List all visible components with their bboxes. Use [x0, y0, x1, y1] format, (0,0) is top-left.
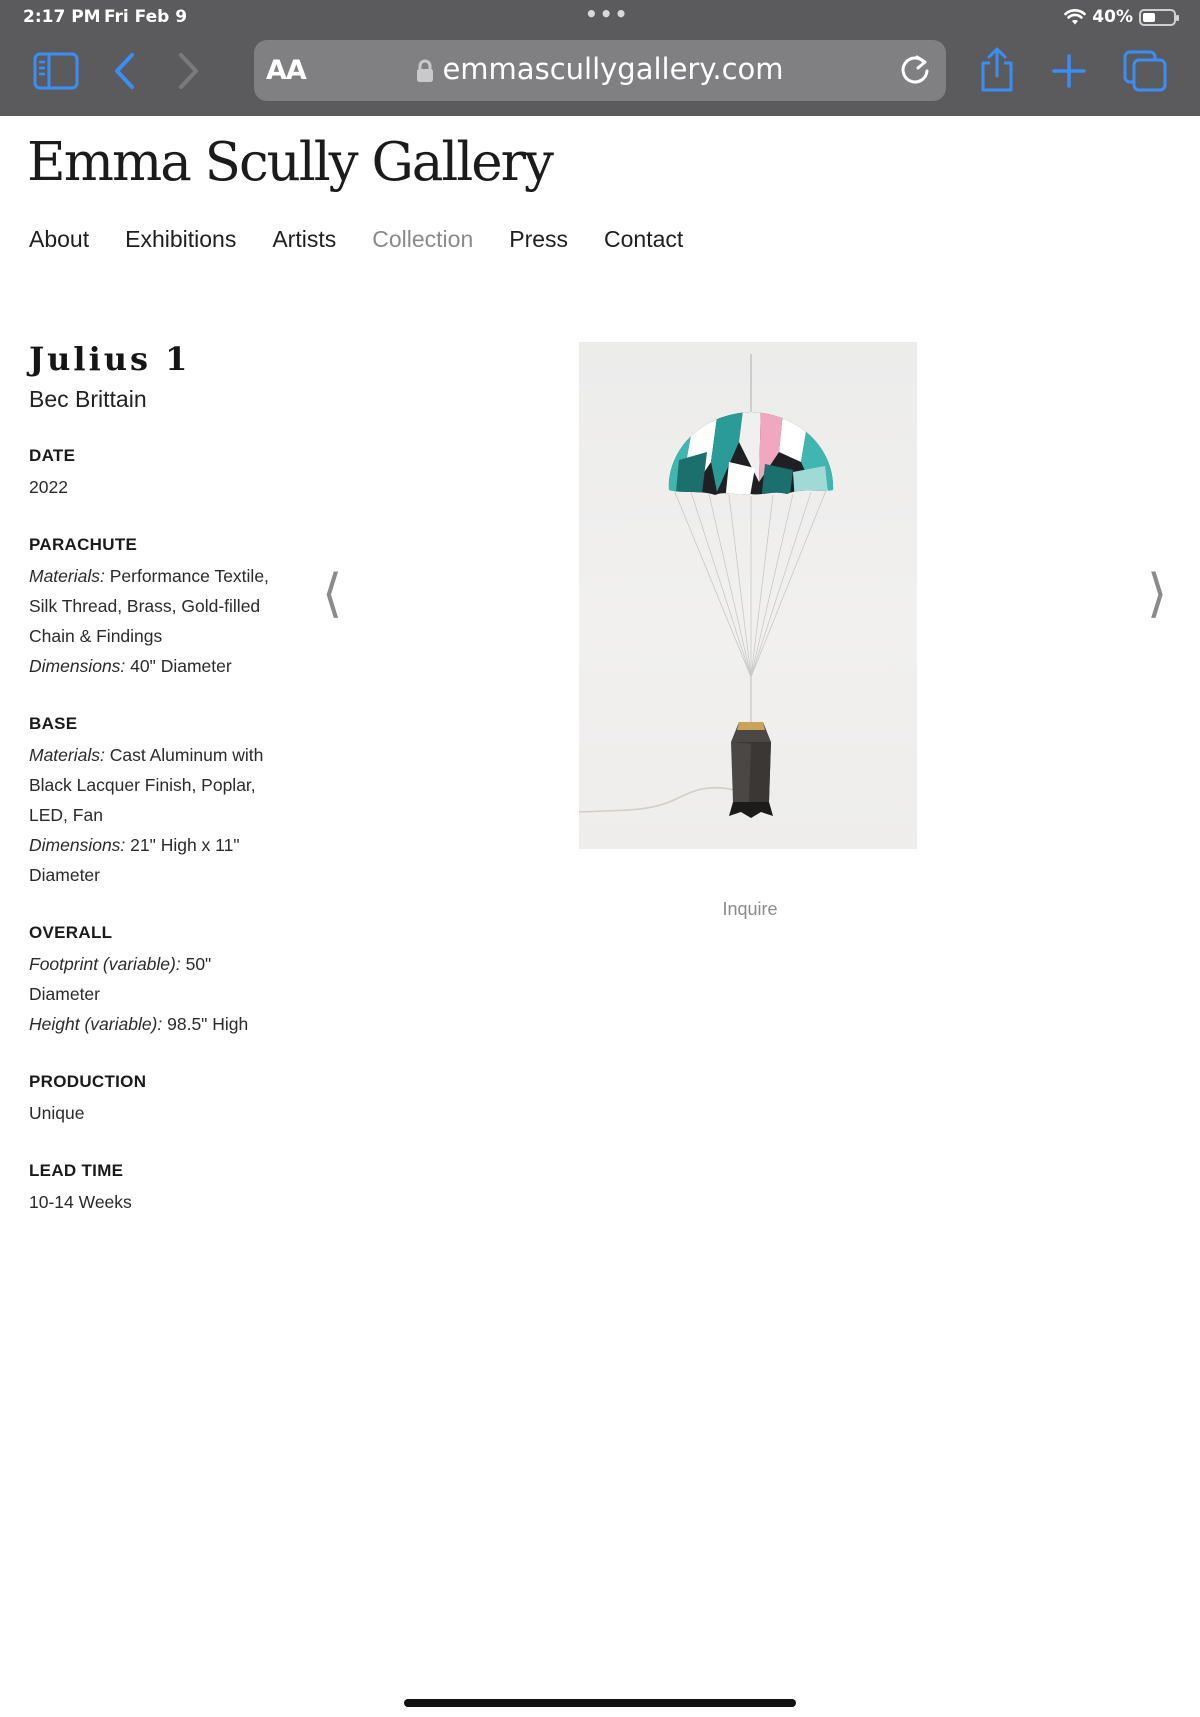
forward-button[interactable] — [175, 52, 201, 90]
prev-image-arrow[interactable]: ⟨ — [322, 568, 342, 620]
lock-icon — [417, 59, 434, 82]
lead-time-heading: LEAD TIME — [29, 1161, 124, 1180]
sidebar-icon — [33, 52, 79, 90]
tabs-button[interactable] — [1123, 50, 1167, 92]
status-date: Fri Feb 9 — [104, 7, 188, 27]
dimensions-text: 40" Diameter — [125, 656, 232, 676]
overall-footprint: Footprint (variable): 50" — [29, 949, 309, 979]
overall-section: OVERALL Footprint (variable): 50" Diamet… — [29, 923, 309, 1039]
nav-press[interactable]: Press — [509, 226, 568, 253]
materials-label: Materials: — [29, 745, 105, 765]
date-section: DATE 2022 — [29, 446, 309, 502]
battery-percent: 40% — [1092, 7, 1133, 27]
base-heading: BASE — [29, 714, 78, 733]
materials-text: Performance Textile, — [104, 566, 269, 586]
status-right: 40% — [1064, 7, 1179, 27]
footprint-label: Footprint (variable): — [29, 954, 181, 974]
nav-contact[interactable]: Contact — [604, 226, 683, 253]
base-dimensions: Dimensions: 21" High x 11" — [29, 830, 309, 860]
artwork-photo[interactable] — [579, 342, 917, 849]
artist-name[interactable]: Bec Brittain — [29, 386, 309, 413]
reload-icon[interactable] — [898, 53, 932, 87]
status-time: 2:17 PM — [23, 7, 101, 27]
status-bar: 2:17 PM Fri Feb 9 ••• 40% — [0, 0, 1200, 34]
next-image-arrow[interactable]: ⟩ — [1147, 568, 1167, 620]
forward-chevron-icon — [179, 53, 198, 89]
production-heading: PRODUCTION — [29, 1072, 147, 1091]
base-dimensions-cont: Diameter — [29, 865, 100, 885]
nav-exhibitions[interactable]: Exhibitions — [125, 226, 236, 253]
home-indicator[interactable] — [404, 1699, 796, 1707]
inquire-link[interactable]: Inquire — [700, 899, 800, 920]
dimensions-label: Dimensions: — [29, 835, 126, 855]
height-text: 98.5" High — [162, 1014, 249, 1034]
tabs-icon — [1123, 50, 1167, 92]
overall-heading: OVERALL — [29, 923, 113, 942]
artwork-title: Julius 1 — [29, 340, 191, 378]
parachute-heading: PARACHUTE — [29, 535, 138, 554]
base-section: BASE Materials: Cast Aluminum with Black… — [29, 714, 309, 890]
new-tab-plus-icon — [1052, 54, 1086, 88]
base-materials: Materials: Cast Aluminum with — [29, 740, 309, 770]
nav-about[interactable]: About — [29, 226, 89, 253]
base-materials-cont: LED, Fan — [29, 805, 103, 825]
battery-icon — [1139, 8, 1179, 26]
parachute-lamp-image — [579, 354, 834, 818]
url-text[interactable]: emmascullygallery.com — [442, 52, 783, 86]
overall-height: Height (variable): 98.5" High — [29, 1009, 309, 1039]
new-tab-button[interactable] — [1052, 54, 1086, 88]
production-value: Unique — [29, 1103, 85, 1123]
date-value: 2022 — [29, 477, 68, 497]
back-chevron-icon — [115, 53, 134, 89]
materials-label: Materials: — [29, 566, 105, 586]
parachute-section: PARACHUTE Materials: Performance Textile… — [29, 535, 309, 681]
multitasking-dots-icon[interactable]: ••• — [585, 2, 629, 26]
dimensions-text: 21" High x 11" — [125, 835, 240, 855]
wifi-icon — [1064, 8, 1087, 24]
artwork-info: Julius 1 Bec Brittain DATE 2022 PARACHUT… — [29, 340, 309, 1217]
share-button[interactable] — [978, 47, 1016, 93]
production-section: PRODUCTION Unique — [29, 1072, 309, 1128]
back-button[interactable] — [112, 52, 138, 90]
lead-time-section: LEAD TIME 10-14 Weeks — [29, 1161, 309, 1217]
parachute-dimensions: Dimensions: 40" Diameter — [29, 651, 309, 681]
overall-footprint-cont: Diameter — [29, 984, 100, 1004]
lead-time-value: 10-14 Weeks — [29, 1192, 132, 1212]
parachute-materials-cont: Silk Thread, Brass, Gold-filled — [29, 596, 261, 616]
parachute-materials: Materials: Performance Textile, — [29, 561, 309, 591]
browser-chrome: 2:17 PM Fri Feb 9 ••• 40% AA emmascullyg… — [0, 0, 1200, 116]
base-materials-cont: Black Lacquer Finish, Poplar, — [29, 775, 256, 795]
site-logo-title[interactable]: Emma Scully Gallery — [27, 132, 554, 193]
footprint-text: 50" — [180, 954, 212, 974]
nav-collection[interactable]: Collection — [372, 226, 473, 253]
height-label: Height (variable): — [29, 1014, 163, 1034]
share-icon — [981, 47, 1013, 92]
main-nav: About Exhibitions Artists Collection Pre… — [29, 226, 719, 253]
materials-text: Cast Aluminum with — [104, 745, 264, 765]
sidebar-button[interactable] — [33, 52, 79, 90]
nav-artists[interactable]: Artists — [272, 226, 336, 253]
dimensions-label: Dimensions: — [29, 656, 126, 676]
date-heading: DATE — [29, 446, 76, 465]
address-bar[interactable]: AA emmascullygallery.com — [254, 40, 946, 101]
parachute-materials-cont: Chain & Findings — [29, 626, 163, 646]
